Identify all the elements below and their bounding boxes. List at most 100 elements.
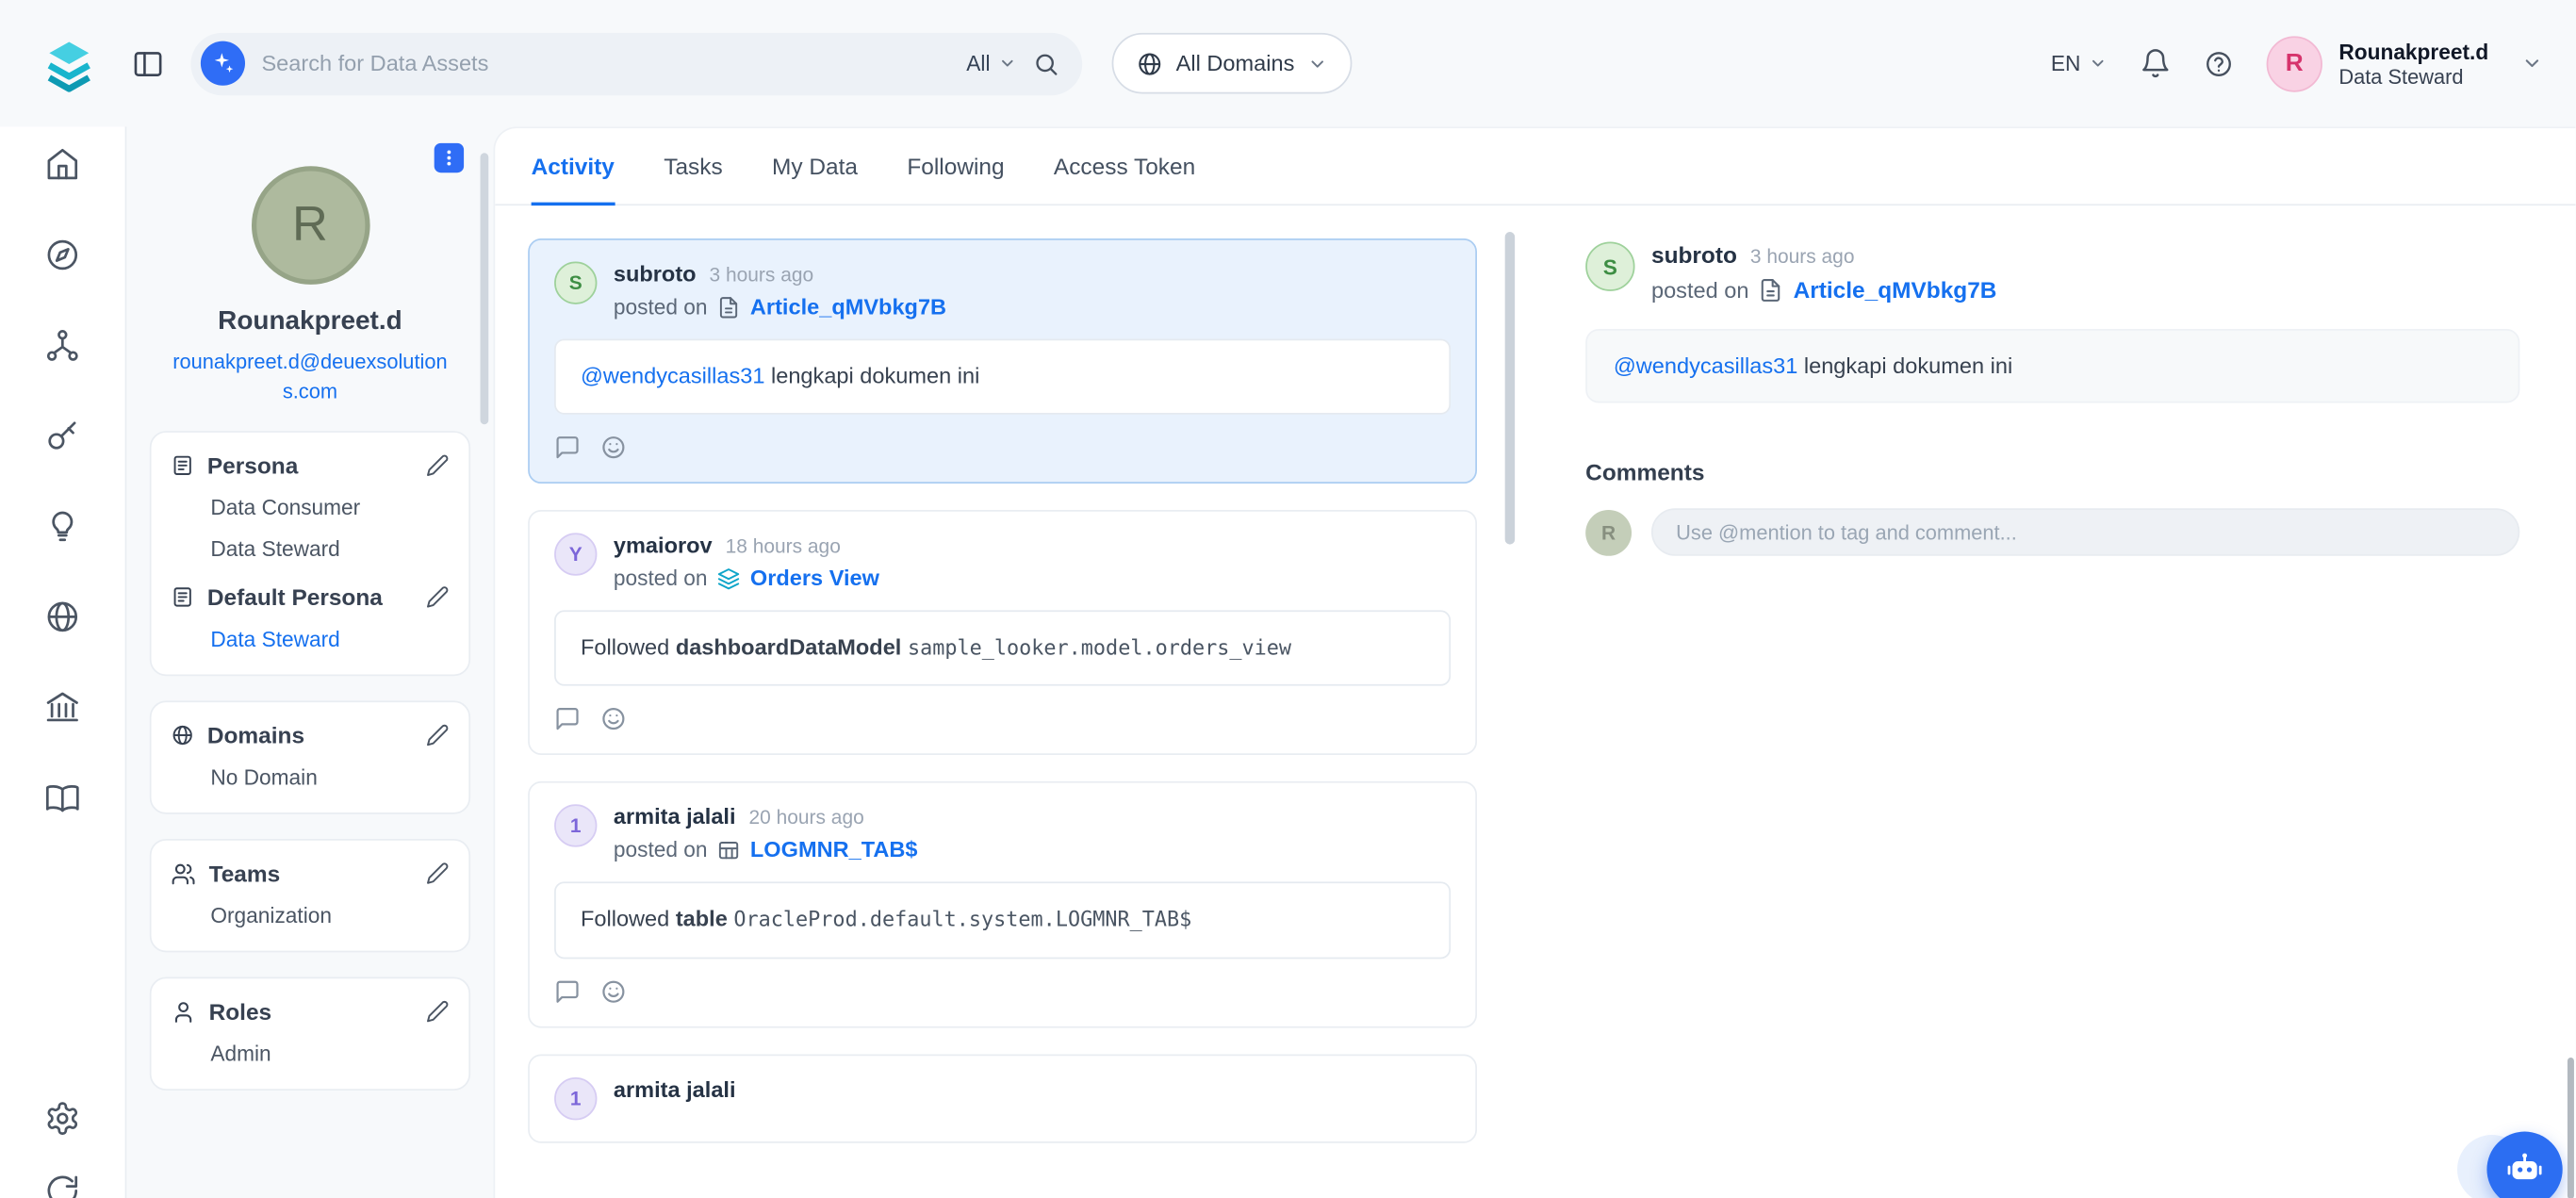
add-reaction-smiley-icon[interactable] — [600, 706, 627, 732]
comment-icon[interactable] — [554, 435, 581, 461]
sidebar-toggle-icon[interactable] — [132, 47, 165, 80]
tab-following[interactable]: Following — [907, 128, 1004, 204]
reaction-bar — [554, 978, 1451, 1005]
reaction-bar — [554, 706, 1451, 732]
chevron-down-icon — [998, 55, 1016, 73]
add-reaction-smiley-icon[interactable] — [600, 435, 627, 461]
tab-activity[interactable]: Activity — [532, 128, 615, 204]
tab-tasks[interactable]: Tasks — [664, 128, 722, 204]
access-key-icon[interactable] — [44, 418, 80, 453]
help-icon[interactable] — [2204, 48, 2233, 77]
panel-scrollbar[interactable] — [481, 153, 489, 424]
avatar-initial: 1 — [570, 1087, 582, 1109]
message-code: OracleProd.default.system.LOGMNR_TAB$ — [733, 907, 1191, 931]
message-code: sample_looker.model.orders_view — [908, 635, 1291, 660]
roles-card: Roles Admin — [150, 977, 470, 1091]
detail-user-name[interactable]: subroto — [1651, 242, 1737, 269]
refresh-icon[interactable] — [44, 1173, 80, 1198]
feed-card[interactable]: S subroto 3 hours ago posted on — [528, 238, 1477, 484]
insights-bulb-icon[interactable] — [44, 508, 80, 544]
edit-teams-icon[interactable] — [426, 862, 449, 885]
all-domains-button[interactable]: All Domains — [1112, 33, 1353, 94]
tab-access-token[interactable]: Access Token — [1054, 128, 1195, 204]
user-role: Data Steward — [2338, 65, 2488, 88]
feed-card[interactable]: Y ymaiorov 18 hours ago posted on — [528, 510, 1477, 755]
comment-icon[interactable] — [554, 978, 581, 1005]
page-scrollbar[interactable] — [2568, 1058, 2574, 1198]
nav-rail-bottom — [44, 1100, 80, 1198]
ai-search-button[interactable] — [201, 41, 245, 86]
glossary-book-icon[interactable] — [44, 780, 80, 815]
sparkle-icon — [210, 51, 235, 75]
feed-user-name[interactable]: ymaiorov — [614, 533, 713, 558]
profile-avatar-initial: R — [292, 197, 328, 253]
user-meta: Rounakpreet.d Data Steward — [2338, 39, 2488, 88]
asset-link[interactable]: Article_qMVbkg7B — [1794, 276, 1997, 303]
edit-domains-icon[interactable] — [426, 724, 449, 747]
asset-link[interactable]: LOGMNR_TAB$ — [750, 838, 918, 862]
search-icon[interactable] — [1033, 50, 1059, 76]
user-avatar: R — [2267, 36, 2322, 91]
left-nav-rail — [0, 126, 126, 1198]
default-persona-header: Default Persona — [171, 584, 449, 611]
article-icon — [717, 295, 740, 318]
search-scope-dropdown[interactable]: All — [966, 51, 1016, 75]
teams-icon — [171, 862, 195, 886]
user-menu[interactable]: R Rounakpreet.d Data Steward — [2267, 36, 2489, 91]
domains-globe-icon[interactable] — [44, 599, 80, 634]
feed-card[interactable]: 1 armita jalali 20 hours ago posted on — [528, 782, 1477, 1027]
governance-bank-icon[interactable] — [44, 689, 80, 725]
chevron-down-icon[interactable] — [2521, 53, 2543, 74]
message-text: Followed — [581, 635, 676, 660]
reaction-bar — [554, 435, 1451, 461]
mention-link[interactable]: @wendycasillas31 — [1614, 353, 1797, 378]
feed-card-header: S subroto 3 hours ago posted on — [554, 261, 1451, 319]
domains-card: Domains No Domain — [150, 701, 470, 814]
tab-my-data[interactable]: My Data — [772, 128, 858, 204]
detail-header: S subroto 3 hours ago posted on — [1585, 242, 2519, 304]
edit-roles-icon[interactable] — [426, 1000, 449, 1023]
edit-default-persona-icon[interactable] — [426, 586, 449, 609]
add-reaction-smiley-icon[interactable] — [600, 978, 627, 1005]
home-icon[interactable] — [44, 146, 80, 182]
asset-link[interactable]: Orders View — [750, 566, 879, 591]
message-text: Followed — [581, 907, 676, 931]
profile-menu-button[interactable] — [435, 143, 464, 172]
robot-icon — [2505, 1150, 2545, 1190]
app-logo-icon[interactable] — [40, 34, 99, 93]
notifications-bell-icon[interactable] — [2140, 48, 2171, 79]
search-input[interactable] — [261, 51, 949, 75]
comment-input[interactable] — [1651, 508, 2519, 556]
feed-scrollbar[interactable] — [1505, 232, 1515, 545]
mention-link[interactable]: @wendycasillas31 — [581, 364, 764, 388]
asset-link[interactable]: Article_qMVbkg7B — [750, 294, 946, 319]
roles-title: Roles — [209, 999, 272, 1026]
persona-icon — [171, 454, 193, 477]
settings-gear-icon[interactable] — [44, 1100, 80, 1136]
feed-user-name[interactable]: armita jalali — [614, 1076, 736, 1101]
comment-icon[interactable] — [554, 706, 581, 732]
feed-timestamp: 20 hours ago — [748, 807, 863, 829]
feed-card[interactable]: 1 armita jalali — [528, 1054, 1477, 1142]
language-selector[interactable]: EN — [2051, 51, 2107, 75]
feed-user-name[interactable]: armita jalali — [614, 805, 736, 829]
nav-rail-top — [44, 146, 80, 815]
avatar: Y — [554, 533, 597, 576]
persona-item: Data Steward — [210, 536, 449, 561]
top-bar-right: EN R Rounakpreet.d — [2051, 36, 2543, 91]
avatar: 1 — [554, 805, 597, 847]
table-icon — [717, 839, 740, 862]
explore-compass-icon[interactable] — [44, 237, 80, 272]
roles-header: Roles — [171, 999, 449, 1026]
avatar-initial: 1 — [570, 815, 582, 838]
message-text: lengkapi dokumen ini — [764, 364, 979, 388]
feed-user-name[interactable]: subroto — [614, 261, 697, 286]
data-network-icon[interactable] — [44, 327, 80, 363]
default-persona-value[interactable]: Data Steward — [210, 627, 449, 651]
persona-header: Persona — [171, 452, 449, 479]
kebab-menu-icon — [439, 148, 459, 168]
edit-persona-icon[interactable] — [426, 454, 449, 477]
profile-email-link[interactable]: rounakpreet.d@deuexsolutions.com — [150, 347, 470, 406]
comments-title: Comments — [1585, 459, 2519, 485]
chat-bot-button[interactable] — [2486, 1132, 2562, 1198]
